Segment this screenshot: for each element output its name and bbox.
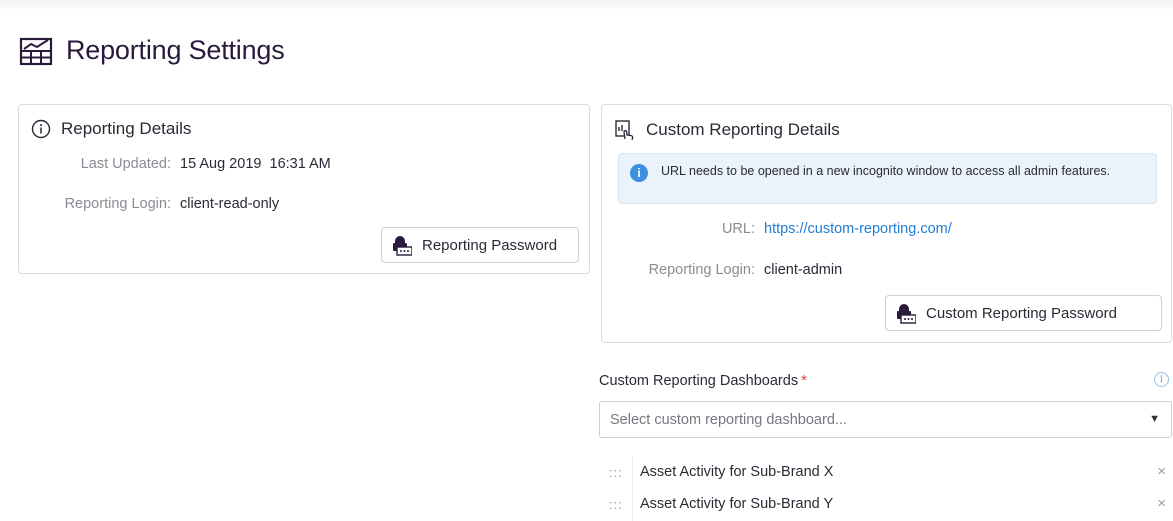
custom-reporting-details-card: Custom Reporting Details i URL needs to … [601, 104, 1172, 343]
custom-reporting-password-button[interactable]: Custom Reporting Password [885, 295, 1162, 331]
caret-down-icon: ▼ [1149, 413, 1160, 425]
required-mark: * [801, 373, 807, 389]
reporting-login-label: Reporting Login: [64, 196, 171, 212]
reporting-details-title: Reporting Details [61, 119, 192, 138]
dashboard-item: ::: Asset Activity for Sub-Brand X × [599, 457, 1172, 489]
item-divider [632, 489, 633, 521]
dashboard-select[interactable]: Select custom reporting dashboard... ▼ [599, 401, 1172, 438]
dashboard-select-placeholder: Select custom reporting dashboard... [610, 412, 847, 428]
url-row: URL: https://custom-reporting.com/ [602, 221, 952, 237]
incognito-alert: i URL needs to be opened in a new incogn… [618, 153, 1157, 204]
drag-handle-icon[interactable]: ::: [609, 497, 623, 512]
reporting-details-card: Reporting Details Last Updated: 15 Aug 2… [18, 104, 590, 274]
info-circle-icon[interactable]: i [1154, 372, 1169, 387]
page-title: Reporting Settings [66, 34, 285, 65]
reporting-login-row: Reporting Login: client-read-only [19, 196, 280, 212]
last-updated-row: Last Updated: 15 Aug 2019 16:31 AM [19, 156, 331, 172]
alert-text: URL needs to be opened in a new incognit… [661, 164, 1111, 178]
custom-login-row: Reporting Login: client-admin [602, 262, 843, 278]
dashboard-item-label: Asset Activity for Sub-Brand Y [640, 496, 834, 512]
dashboards-label: Custom Reporting Dashboards * [599, 373, 807, 389]
lock-password-icon [390, 234, 412, 256]
dashboard-item: ::: Asset Activity for Sub-Brand Y × [599, 489, 1172, 521]
lock-password-icon [894, 302, 916, 324]
reporting-password-button[interactable]: Reporting Password [381, 227, 579, 263]
last-updated-label: Last Updated: [80, 156, 171, 172]
custom-login-value: client-admin [764, 262, 843, 278]
custom-login-label: Reporting Login: [648, 262, 755, 278]
drag-handle-icon[interactable]: ::: [609, 465, 623, 480]
remove-icon[interactable]: × [1157, 495, 1166, 512]
top-shadow [0, 0, 1173, 12]
info-circle-icon [31, 119, 51, 139]
info-icon: i [630, 164, 648, 182]
dashboards-label-text: Custom Reporting Dashboards [599, 373, 799, 389]
dashboard-item-label: Asset Activity for Sub-Brand X [640, 464, 834, 480]
reporting-login-value: client-read-only [180, 196, 280, 212]
custom-reporting-title: Custom Reporting Details [646, 120, 840, 139]
url-link[interactable]: https://custom-reporting.com/ [764, 221, 952, 237]
custom-reporting-password-label: Custom Reporting Password [926, 304, 1117, 322]
page-header: Reporting Settings [18, 30, 285, 70]
report-chart-icon [18, 33, 54, 67]
touch-report-icon [614, 119, 636, 141]
last-updated-value: 15 Aug 2019 16:31 AM [180, 156, 331, 172]
url-label: URL: [721, 221, 755, 237]
custom-reporting-header: Custom Reporting Details [614, 119, 840, 141]
item-divider [632, 457, 633, 489]
remove-icon[interactable]: × [1157, 463, 1166, 480]
reporting-password-label: Reporting Password [422, 236, 558, 254]
reporting-details-header: Reporting Details [31, 119, 191, 139]
